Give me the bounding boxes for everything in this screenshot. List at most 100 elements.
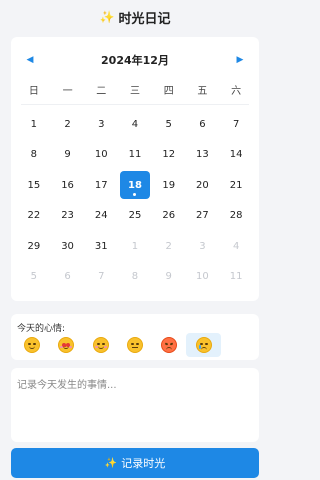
calendar-day[interactable]: 24: [84, 201, 118, 232]
calendar-day-number: 19: [162, 179, 176, 191]
calendar-day-number: 11: [128, 149, 142, 161]
calendar-day-number: 7: [98, 271, 105, 283]
calendar-day[interactable]: 2: [152, 231, 186, 262]
calendar-day[interactable]: 6: [186, 109, 220, 140]
calendar-day[interactable]: 12: [152, 140, 186, 171]
calendar-day[interactable]: 29: [17, 231, 51, 262]
calendar-day-number: 4: [232, 240, 240, 252]
calendar-day[interactable]: 10: [84, 140, 118, 171]
calendar-day[interactable]: 21: [219, 170, 253, 201]
calendar-day-number: 17: [94, 179, 108, 191]
weekday-label: 五: [197, 86, 208, 97]
calendar-day-number: 14: [229, 149, 243, 161]
crying-face-icon: [195, 337, 212, 353]
smiling-face-icon: [24, 337, 41, 353]
calendar-day[interactable]: 14: [219, 140, 253, 171]
expressionless-face-icon: [126, 337, 143, 353]
weekday-header: 日一二三四五六: [17, 82, 253, 98]
weekday-label: 六: [231, 86, 242, 97]
calendar-day-number: 21: [229, 179, 243, 191]
note-card: [11, 368, 259, 442]
calendar-day-number: 10: [94, 149, 108, 161]
mood-option[interactable]: [49, 333, 83, 357]
calendar-day[interactable]: 10: [186, 262, 220, 293]
calendar-day-number: 15: [27, 179, 41, 191]
calendar-day[interactable]: 27: [186, 201, 220, 232]
calendar-day[interactable]: 3: [84, 109, 118, 140]
calendar-day[interactable]: 17: [84, 170, 118, 201]
calendar-day[interactable]: 15: [17, 170, 51, 201]
next-month-button[interactable]: ▶: [233, 53, 247, 67]
mood-selector: [15, 333, 255, 357]
calendar-day[interactable]: 7: [84, 262, 118, 293]
weekday-label: 日: [28, 86, 39, 97]
calendar-day[interactable]: 1: [17, 109, 51, 140]
calendar-day[interactable]: 31: [84, 231, 118, 262]
sparkles-icon: ✨: [104, 457, 118, 469]
save-button-label: 记录时光: [121, 457, 166, 470]
calendar-day[interactable]: 20: [186, 170, 220, 201]
prev-month-button[interactable]: ◀: [23, 53, 37, 67]
diary-note-input[interactable]: [11, 368, 259, 442]
calendar-day[interactable]: 28: [219, 201, 253, 232]
calendar-day[interactable]: 5: [152, 109, 186, 140]
calendar-day[interactable]: 26: [152, 201, 186, 232]
calendar-day-number: 29: [27, 240, 41, 252]
calendar-day[interactable]: 16: [51, 170, 85, 201]
mood-option[interactable]: [152, 333, 186, 357]
calendar-day[interactable]: 9: [152, 262, 186, 293]
smiling-face-with-hearts-icon: [58, 337, 75, 353]
calendar-day[interactable]: 11: [219, 262, 253, 293]
calendar-day-number: 8: [30, 149, 38, 161]
mood-option[interactable]: [118, 333, 152, 357]
calendar-day[interactable]: 5: [17, 262, 51, 293]
calendar-day[interactable]: 8: [17, 140, 51, 171]
calendar-day[interactable]: 6: [51, 262, 85, 293]
calendar-day[interactable]: 22: [17, 201, 51, 232]
calendar-day[interactable]: 30: [51, 231, 85, 262]
calendar-day[interactable]: 2: [51, 109, 85, 140]
calendar-day-number: 8: [131, 271, 139, 283]
calendar-day-number: 5: [165, 118, 172, 130]
calendar-day[interactable]: 8: [118, 262, 152, 293]
calendar-day[interactable]: 25: [118, 201, 152, 232]
calendar-day[interactable]: 4: [219, 231, 253, 262]
weekday-label: 一: [62, 86, 73, 97]
mood-option[interactable]: [15, 333, 49, 357]
weekday-label: 四: [163, 86, 174, 97]
relieved-face-icon: [92, 337, 109, 353]
calendar-day-number: 9: [165, 271, 172, 283]
calendar-day-number: 23: [61, 210, 74, 222]
calendar-day-number: 28: [229, 210, 243, 222]
calendar-day[interactable]: 4: [118, 109, 152, 140]
calendar-day[interactable]: 19: [152, 170, 186, 201]
calendar-day-number: 12: [162, 149, 176, 161]
calendar-day[interactable]: 3: [186, 231, 220, 262]
calendar-day-number: 10: [196, 271, 209, 283]
calendar-day-number: 13: [196, 149, 209, 161]
save-button[interactable]: ✨ 记录时光: [11, 448, 259, 478]
calendar-day-number: 2: [64, 118, 71, 130]
calendar-day-number: 4: [131, 118, 139, 130]
calendar-day[interactable]: 7: [219, 109, 253, 140]
calendar-day[interactable]: 1: [118, 231, 152, 262]
calendar-day-number: 26: [162, 210, 176, 222]
calendar-day-number: 18: [128, 179, 142, 191]
mood-option[interactable]: [84, 333, 118, 357]
calendar-day-number: 9: [64, 149, 71, 161]
calendar-day-number: 7: [232, 118, 240, 130]
calendar-day-number: 6: [64, 271, 71, 283]
divider: [21, 104, 249, 105]
calendar-day-number: 22: [27, 210, 41, 222]
mood-option[interactable]: [186, 333, 221, 357]
calendar-day[interactable]: 11: [118, 140, 152, 171]
calendar-day-number: 6: [199, 118, 206, 130]
calendar-day-selected[interactable]: 18: [118, 170, 152, 201]
calendar-day[interactable]: 23: [51, 201, 85, 232]
calendar-day[interactable]: 9: [51, 140, 85, 171]
calendar-day-number: 5: [30, 271, 38, 283]
calendar-card: ◀ 2024年12月 ▶ 日一二三四五六 1 2 3 4 5 6 7 8 9 10 11 12 13 14…: [11, 37, 259, 301]
app-header: ✨ 时光日记: [0, 0, 270, 34]
calendar-day[interactable]: 13: [186, 140, 220, 171]
calendar-day-number: 16: [61, 179, 74, 191]
